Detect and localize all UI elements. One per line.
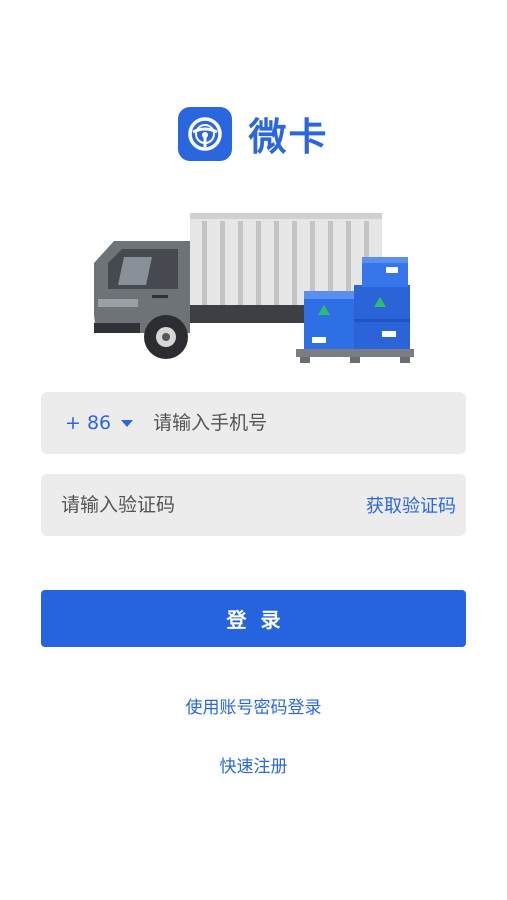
- truck-illustration: [94, 213, 414, 363]
- get-code-button[interactable]: 获取验证码: [366, 492, 456, 518]
- country-code-selector[interactable]: + 86: [65, 412, 153, 434]
- register-link[interactable]: 快速注册: [0, 752, 507, 777]
- steering-wheel-icon: [178, 106, 233, 161]
- password-login-link[interactable]: 使用账号密码登录: [0, 693, 507, 718]
- chevron-down-icon: [121, 419, 134, 427]
- code-field-container: 获取验证码: [41, 474, 466, 536]
- login-button[interactable]: 登录: [41, 590, 466, 647]
- verification-code-input[interactable]: [61, 494, 366, 516]
- country-code-label: + 86: [65, 412, 112, 434]
- phone-field-container: + 86: [41, 392, 466, 454]
- app-name: 微卡: [248, 115, 329, 159]
- app-logo-header: 微卡: [0, 106, 507, 161]
- phone-input[interactable]: [153, 412, 466, 434]
